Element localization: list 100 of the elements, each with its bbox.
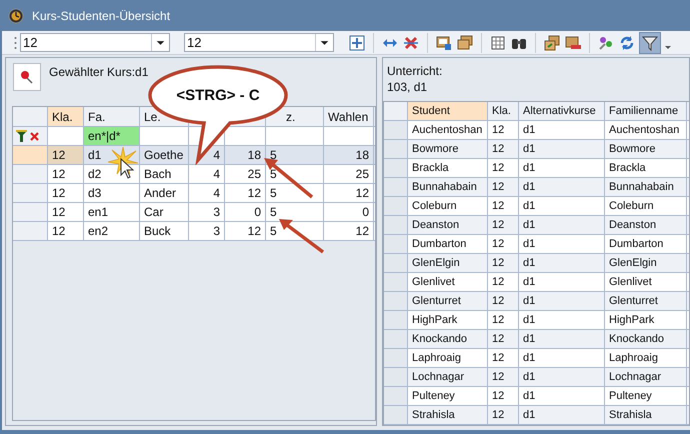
- column-header[interactable]: Kla.: [488, 102, 519, 120]
- table-cell-text: d1: [88, 147, 102, 164]
- table-cell-text: Ander: [144, 185, 176, 202]
- table-row[interactable]: HighPark 12 d1 HighPark: [384, 311, 689, 330]
- table-cell-text: 12: [492, 408, 504, 423]
- table-cell-text: 12: [492, 274, 504, 290]
- refresh-icon[interactable]: [618, 34, 636, 52]
- combo-box[interactable]: 12: [184, 33, 334, 52]
- table-cell-text: d1: [523, 122, 536, 138]
- table-cell-text: 12: [492, 180, 504, 195]
- column-header[interactable]: Alternativkurse: [519, 102, 605, 120]
- table-row[interactable]: Auchentoshan 12 d1 Auchentoshan: [384, 121, 689, 140]
- table-cell-text: 5: [270, 166, 277, 183]
- table-cell-text: 0: [254, 204, 261, 221]
- table-cell-text: GlenElgin: [609, 256, 657, 271]
- table-cell-text: 12: [248, 223, 261, 240]
- table-cell-text: d1: [523, 160, 536, 176]
- table-row[interactable]: 12 d1 Goethe 4 18 5 18: [13, 146, 375, 165]
- remove-window-icon[interactable]: [564, 34, 582, 52]
- table-cell-text: Glenlivet: [412, 274, 455, 290]
- table-cell-text: Lochnagar: [609, 370, 661, 385]
- table-cell-text: 4: [213, 147, 220, 164]
- table-row[interactable]: Glenlivet 12 d1 Glenlivet: [384, 273, 689, 292]
- table-cell-text: 12: [356, 223, 369, 240]
- table-cell-text: Pulteney: [609, 388, 652, 404]
- combo-box[interactable]: 12: [20, 33, 170, 52]
- pushpin-icon: [19, 69, 35, 85]
- table-cell-text: Dumbarton: [609, 236, 664, 252]
- table-cell-text: d1: [523, 256, 536, 271]
- table-cell-text: 12: [492, 388, 504, 404]
- table-cell-text: Dumbarton: [412, 236, 466, 252]
- table-cell-text: Coleburn: [609, 198, 654, 214]
- column-header[interactable]: Student: [408, 102, 488, 120]
- table-cell-text: Knockando: [412, 332, 468, 347]
- table-cell-text: Brackla: [412, 160, 449, 176]
- table-row[interactable]: Bunnahabain 12 d1 Bunnahabain: [384, 178, 689, 197]
- table-cell-text: 12: [52, 223, 66, 240]
- close-icon[interactable]: [30, 132, 39, 140]
- table-cell-text: Auchentoshan: [412, 122, 482, 138]
- column-header[interactable]: Kla.: [48, 107, 84, 126]
- table-cell-text: Laphroaig: [609, 350, 658, 366]
- filter-field[interactable]: en*|d*: [84, 127, 140, 145]
- table-cell-text: Buck: [144, 223, 171, 240]
- window-icon[interactable]: [435, 34, 453, 52]
- table-cell-text: Bunnahabain: [609, 180, 674, 195]
- column-header[interactable]: Familienname: [605, 102, 687, 120]
- table-cell-text: 12: [492, 122, 504, 138]
- table-cell-text: 12: [52, 185, 66, 202]
- table-cell-text: 3: [213, 223, 220, 240]
- combo-value: 12: [186, 36, 202, 49]
- table-cell-text: Glenlivet: [609, 274, 652, 290]
- table-cell-text: 12: [52, 166, 66, 183]
- table-row[interactable]: 12 d3 Ander 4 12 5 12: [13, 184, 375, 203]
- table-cell-text: d1: [523, 198, 536, 214]
- table-row[interactable]: GlenElgin 12 d1 GlenElgin: [384, 254, 689, 273]
- filter-toggle[interactable]: [639, 32, 661, 54]
- table-cell-text: Brackla: [609, 160, 646, 176]
- table-cell-text: 3: [213, 204, 220, 221]
- table-row[interactable]: Brackla 12 d1 Brackla: [384, 159, 689, 178]
- table-row[interactable]: Deanston 12 d1 Deanston: [384, 216, 689, 235]
- table-row[interactable]: Laphroaig 12 d1 Laphroaig: [384, 349, 689, 368]
- table-row[interactable]: Strahisla 12 d1 Strahisla: [384, 406, 689, 425]
- section-heading: Unterricht:: [387, 64, 444, 78]
- copy-window-icon[interactable]: [543, 34, 561, 52]
- table-row[interactable]: Dumbarton 12 d1 Dumbarton: [384, 235, 689, 254]
- pin-button[interactable]: [13, 63, 41, 91]
- callout-text: <STRG> - C: [175, 86, 261, 106]
- table-cell-text: Strahisla: [412, 408, 455, 423]
- table-cell-text: 25: [356, 166, 369, 183]
- table-cell-text: d1: [523, 236, 536, 252]
- table-row[interactable]: Knockando 12 d1 Knockando: [384, 330, 689, 349]
- table-cell-text: HighPark: [412, 312, 458, 328]
- filter-icon[interactable]: [16, 130, 27, 142]
- table-cell-text: GlenElgin: [412, 256, 460, 271]
- table-cell-text: HighPark: [609, 312, 654, 328]
- window-title: Kurs-Studenten-Übersicht: [32, 8, 170, 24]
- table-cell-text: Lochnagar: [412, 370, 464, 385]
- windows-icon[interactable]: [456, 34, 474, 52]
- table-cell-text: 5: [270, 147, 277, 164]
- table-row[interactable]: Glenturret 12 d1 Glenturret: [384, 292, 689, 311]
- table-cell-text: Glenturret: [412, 294, 461, 309]
- table-cell-text: 12: [492, 142, 504, 157]
- table-cell-text: Bach: [144, 166, 172, 183]
- table-row[interactable]: Lochnagar 12 d1 Lochnagar: [384, 368, 689, 387]
- table-row[interactable]: 12 en2 Buck 3 12 5 12: [13, 222, 375, 241]
- table-row[interactable]: Coleburn 12 d1 Coleburn: [384, 197, 689, 216]
- table-row[interactable]: Pulteney 12 d1 Pulteney: [384, 387, 689, 406]
- table-cell-text: 12: [52, 147, 66, 164]
- lesson-label: 103, d1: [387, 80, 428, 94]
- table-cell-text: 18: [248, 147, 261, 164]
- clock-icon: [8, 8, 24, 24]
- table-cell-text: 5: [270, 185, 277, 202]
- table-cell-text: en2: [88, 223, 108, 240]
- table-row[interactable]: Bowmore 12 d1 Bowmore: [384, 140, 689, 159]
- table-cell-text: 12: [492, 256, 504, 271]
- table-cell-text: Strahisla: [609, 408, 652, 423]
- table-cell-text: d1: [523, 274, 536, 290]
- table-row[interactable]: 12 en1 Car 3 0 5 0: [13, 203, 375, 222]
- table-row[interactable]: 12 d2 Bach 4 25 5 25: [13, 165, 375, 184]
- table-cell-text: 12: [492, 236, 504, 252]
